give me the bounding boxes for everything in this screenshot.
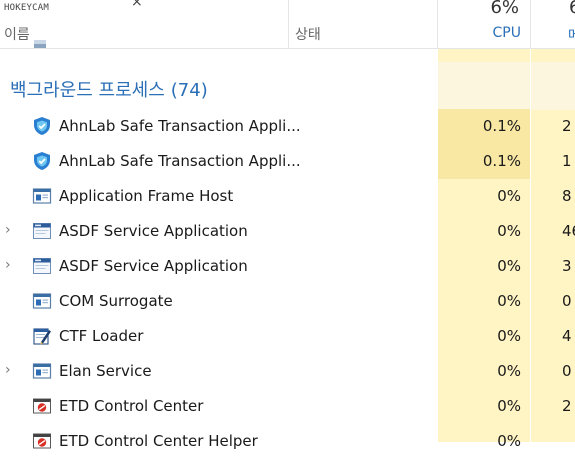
cpu-total-percent[interactable]: 6% xyxy=(490,0,519,18)
process-row[interactable]: › ASDF Service Application 0% 46 xyxy=(0,214,575,249)
process-name: ASDF Service Application xyxy=(59,222,248,240)
cpu-value: 0.1% xyxy=(482,117,521,135)
expand-chevron-icon[interactable]: › xyxy=(5,257,11,273)
process-name: Elan Service xyxy=(59,362,152,380)
cpu-cell: 0.1% xyxy=(438,144,530,179)
cpu-cell: 0.1% xyxy=(438,109,530,144)
cpu-cell: 0% xyxy=(438,284,530,319)
process-row[interactable]: › Elan Service 0% 0 xyxy=(0,354,575,389)
memory-value: 8 xyxy=(562,187,572,205)
memory-value: 3 xyxy=(562,257,572,275)
window-icon xyxy=(32,361,52,381)
memory-value: 2 xyxy=(562,117,572,135)
column-divider[interactable] xyxy=(530,0,531,48)
cpu-value: 0% xyxy=(497,292,521,310)
process-name: ETD Control Center Helper xyxy=(59,432,258,450)
group-memory-cell xyxy=(531,62,575,110)
process-row[interactable]: AhnLab Safe Transaction Appli... 0.1% 2 xyxy=(0,109,575,144)
cpu-value: 0% xyxy=(497,362,521,380)
process-row[interactable]: AhnLab Safe Transaction Appli... 0.1% 1 xyxy=(0,144,575,179)
etd-icon xyxy=(32,431,52,451)
memory-value: 0 xyxy=(562,292,572,310)
cpu-cell: 0% xyxy=(438,354,530,389)
memory-value: 1 xyxy=(562,152,572,170)
cpu-value: 0% xyxy=(497,187,521,205)
expand-chevron-icon[interactable]: › xyxy=(5,222,11,238)
cpu-cell: 0% xyxy=(438,319,530,354)
cpu-value: 0% xyxy=(497,327,521,345)
process-name: ETD Control Center xyxy=(59,397,204,415)
process-name: AhnLab Safe Transaction Appli... xyxy=(59,152,301,170)
process-name: COM Surrogate xyxy=(59,292,173,310)
memory-column-header[interactable]: 메 xyxy=(568,25,575,45)
process-row[interactable]: ETD Control Center 0% 2 xyxy=(0,389,575,424)
status-column-header[interactable]: 상태 xyxy=(295,24,321,44)
process-row[interactable]: › ASDF Service Application 0% 3 xyxy=(0,249,575,284)
shield-icon xyxy=(32,116,52,136)
memory-value: 2 xyxy=(562,397,572,415)
process-name: Application Frame Host xyxy=(59,187,234,205)
column-header: 이름 상태 6% CPU 6 메 xyxy=(0,0,575,49)
column-divider[interactable] xyxy=(437,0,438,48)
process-row[interactable]: CTF Loader 0% 4 xyxy=(0,319,575,354)
expand-chevron-icon[interactable]: › xyxy=(5,362,11,378)
close-icon[interactable]: × xyxy=(131,0,143,10)
etd-icon xyxy=(32,396,52,416)
group-count: (74) xyxy=(170,80,208,101)
cpu-value: 0% xyxy=(497,222,521,240)
memory-total-percent[interactable]: 6 xyxy=(569,0,575,18)
process-name: AhnLab Safe Transaction Appli... xyxy=(59,117,301,135)
process-row[interactable]: COM Surrogate 0% 0 xyxy=(0,284,575,319)
window-icon xyxy=(32,291,52,311)
cpu-value: 0.1% xyxy=(482,152,521,170)
group-header-background-processes[interactable]: 백그라운드 프로세스 (74) xyxy=(10,76,208,102)
ctf-loader-icon xyxy=(32,326,52,346)
cpu-value: 0% xyxy=(497,432,521,450)
memory-value: 46 xyxy=(562,222,575,240)
cpu-cell: 0% xyxy=(438,214,530,249)
asdf-app-icon xyxy=(32,256,52,276)
group-cpu-cell xyxy=(438,62,530,110)
partial-row-icon xyxy=(34,40,46,48)
shield-icon xyxy=(32,151,52,171)
process-name: CTF Loader xyxy=(59,327,144,345)
name-column-header[interactable]: 이름 xyxy=(4,24,30,44)
cpu-value: 0% xyxy=(497,257,521,275)
asdf-app-icon xyxy=(32,221,52,241)
process-name: ASDF Service Application xyxy=(59,257,248,275)
column-divider[interactable] xyxy=(288,0,289,48)
process-row[interactable]: Application Frame Host 0% 8 xyxy=(0,179,575,214)
memory-value: 4 xyxy=(562,327,572,345)
window-icon xyxy=(32,186,52,206)
cpu-cell: 0% xyxy=(438,389,530,424)
cpu-cell: 0% xyxy=(438,179,530,214)
cpu-column-header[interactable]: CPU xyxy=(493,25,521,41)
watermark-logo: HOKEYCAM xyxy=(4,3,49,13)
cpu-cell: 0% xyxy=(438,249,530,284)
cpu-value: 0% xyxy=(497,397,521,415)
group-title: 백그라운드 프로세스 xyxy=(10,80,165,101)
memory-value: 0 xyxy=(562,362,572,380)
